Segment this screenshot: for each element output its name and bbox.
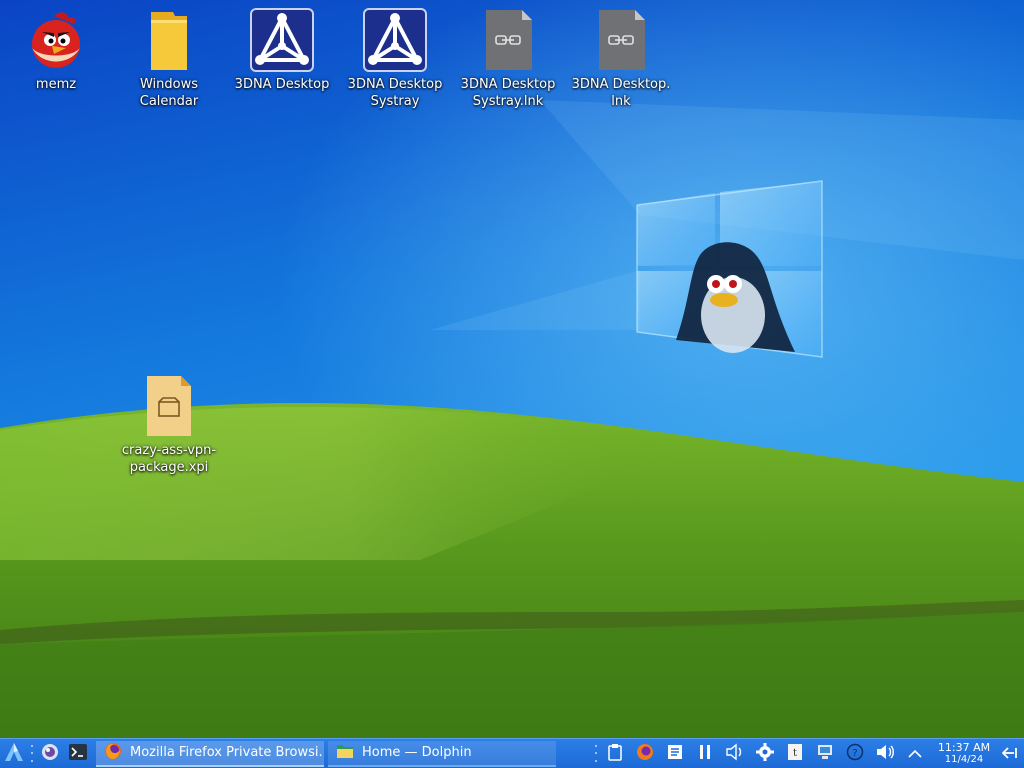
clock-time: 11:37 AM [937, 740, 991, 754]
volume-icon [875, 743, 895, 765]
show-hidden-icon [908, 744, 922, 763]
3dna-app-icon [250, 8, 314, 72]
media-pause-button[interactable] [690, 740, 720, 768]
audio-tray-button[interactable] [720, 740, 750, 768]
desktop-icon-label: 3DNA Desktop. lnk [571, 77, 671, 109]
desktop-icon-label: crazy-ass-vpn- package.xpi [121, 443, 217, 475]
system-tray: t ? [600, 740, 930, 768]
desktop-icon-3dna-desktop-lnk[interactable]: 3DNA Desktop. lnk [567, 8, 675, 110]
peek-desktop-button[interactable] [996, 740, 1024, 768]
svg-text:?: ? [852, 748, 857, 759]
task-dolphin-home[interactable]: Home — Dolphin [328, 740, 556, 767]
firefox-icon [104, 742, 122, 764]
desktop-icon-label: 3DNA Desktop Systray [347, 77, 443, 109]
desktop-icon-label: Windows Calendar [139, 77, 199, 109]
desktop-wallpaper [0, 0, 1024, 738]
desktop-icon-3dna-desktop-systray[interactable]: 3DNA Desktop Systray [341, 8, 449, 110]
browser-icon [41, 743, 59, 765]
dolphin-folder-icon [336, 743, 354, 763]
app-launcher-button[interactable] [0, 740, 28, 768]
clipboard-tray-button[interactable] [600, 740, 630, 768]
shortcut-file-icon [589, 8, 653, 72]
notes-icon [666, 743, 684, 765]
notes-tray-button[interactable] [660, 740, 690, 768]
digital-clock[interactable]: 11:37 AM 11/4/24 [934, 740, 994, 766]
pause-icon [698, 744, 712, 764]
terminal-launcher-button[interactable] [64, 740, 92, 768]
task-firefox-private[interactable]: Mozilla Firefox Private Browsi... [96, 740, 324, 767]
settings-gear-icon [756, 742, 774, 765]
firefox-tray-button[interactable] [630, 740, 660, 768]
help-icon: ? [846, 743, 864, 765]
peek-desktop-icon [1001, 744, 1018, 763]
network-icon [816, 743, 834, 765]
volume-outline-icon [725, 743, 745, 765]
firefox-launcher-button[interactable] [36, 740, 64, 768]
desktop-icon-vpn-package-xpi[interactable]: crazy-ass-vpn- package.xpi [115, 374, 223, 476]
text-icon: t [787, 743, 803, 765]
desktop-icon-3dna-systray-lnk[interactable]: 3DNA Desktop Systray.lnk [454, 8, 562, 110]
panel-separator[interactable] [28, 743, 36, 765]
desktop-icon-3dna-desktop[interactable]: 3DNA Desktop [228, 8, 336, 93]
kde-launcher-icon [4, 742, 24, 766]
shortcut-file-icon [476, 8, 540, 72]
show-hidden-tray-button[interactable] [900, 740, 930, 768]
task-label: Home — Dolphin [362, 745, 472, 760]
desktop-icon-memz[interactable]: memz [2, 8, 110, 93]
desktop-icon-label: memz [35, 77, 77, 92]
clipboard-icon [606, 743, 624, 765]
task-label: Mozilla Firefox Private Browsi... [130, 745, 324, 760]
3dna-app-icon [363, 8, 427, 72]
svg-text:t: t [793, 748, 797, 759]
desktop-icon-label: 3DNA Desktop [234, 77, 330, 92]
firefox-tray-icon [636, 743, 654, 765]
network-tray-button[interactable] [810, 740, 840, 768]
angry-bird-icon [24, 8, 88, 72]
package-file-icon [137, 374, 201, 438]
settings-tray-button[interactable] [750, 740, 780, 768]
panel-separator[interactable] [592, 743, 600, 765]
help-tray-button[interactable]: ? [840, 740, 870, 768]
text-tray-button[interactable]: t [780, 740, 810, 768]
desktop-icon-label: 3DNA Desktop Systray.lnk [460, 77, 556, 109]
taskbar: Mozilla Firefox Private Browsi... Home —… [0, 738, 1024, 768]
desktop-icon-windows-calendar[interactable]: Windows Calendar [115, 8, 223, 110]
volume-tray-button[interactable] [870, 740, 900, 768]
clock-date: 11/4/24 [944, 753, 984, 765]
terminal-icon [69, 743, 87, 764]
folder-icon [137, 8, 201, 72]
